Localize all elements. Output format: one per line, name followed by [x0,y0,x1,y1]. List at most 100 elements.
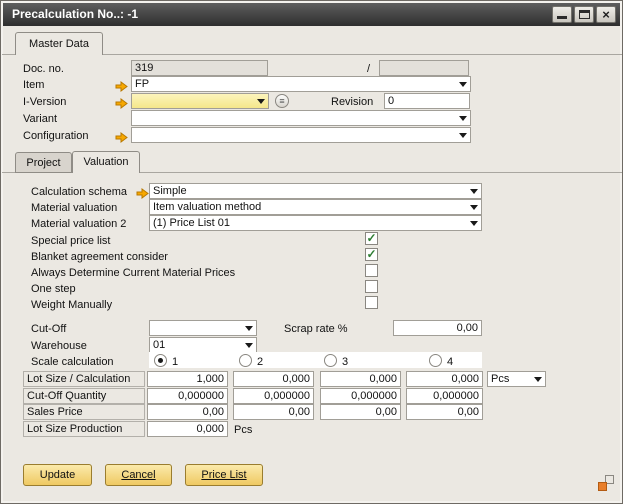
calculation-schema-link-arrow-icon[interactable] [136,186,149,197]
cut-off-qty-field-4[interactable]: 0,000000 [406,388,483,404]
lot-size-production-unit: Pcs [234,423,252,437]
warehouse-combo[interactable]: 01 [149,337,257,353]
tab-project[interactable]: Project [15,152,72,173]
lot-size-field-1[interactable]: 1,000 [147,371,228,387]
doc-no-label: Doc. no. [23,62,64,76]
cut-off-qty-field-3[interactable]: 0,000000 [320,388,401,404]
lot-size-unit-dropdown-icon[interactable] [534,377,542,382]
material-valuation-value: Item valuation method [153,201,261,213]
always-determine-prices-label: Always Determine Current Material Prices [31,266,235,280]
weight-manually-checkbox[interactable] [365,296,378,309]
i-version-link-arrow-icon[interactable] [115,96,128,107]
scale-radio-1[interactable] [154,354,167,367]
scale-radio-4-label: 4 [447,355,453,369]
choose-from-list-icon[interactable]: ≡ [275,94,289,108]
lot-size-field-2[interactable]: 0,000 [233,371,314,387]
expand-form-icon[interactable] [598,475,614,491]
tab-valuation[interactable]: Valuation [72,151,140,173]
window-title: Precalculation No..: -1 [12,7,138,21]
i-version-dropdown-icon[interactable] [257,99,265,104]
minimize-icon [557,16,567,19]
scale-radio-1-label: 1 [172,355,178,369]
maximize-button[interactable] [574,6,594,23]
weight-manually-label: Weight Manually [31,298,112,312]
sales-price-field-1[interactable]: 0,00 [147,404,228,420]
calculation-schema-combo[interactable]: Simple [149,183,482,199]
configuration-link-arrow-icon[interactable] [115,130,128,141]
scale-radio-2[interactable] [239,354,252,367]
cut-off-combo[interactable] [149,320,257,336]
doc-no-field: 319 [131,60,268,76]
material-valuation-label: Material valuation [31,201,117,215]
material-valuation-combo[interactable]: Item valuation method [149,199,482,215]
lot-size-field-4[interactable]: 0,000 [406,371,483,387]
scale-radio-4[interactable] [429,354,442,367]
configuration-dropdown-icon[interactable] [459,133,467,138]
sales-price-field-3[interactable]: 0,00 [320,404,401,420]
scrap-rate-label: Scrap rate % [284,322,348,336]
variant-combo[interactable] [131,110,471,126]
revision-label: Revision [331,95,373,109]
scale-radio-2-label: 2 [257,355,263,369]
precalculation-window: Precalculation No..: -1 × Master Data Do… [0,0,623,504]
blanket-agreement-label: Blanket agreement consider [31,250,168,264]
item-combo[interactable]: FP [131,76,471,92]
doc-no-separator: / [367,62,370,76]
calculation-schema-dropdown-icon[interactable] [470,189,478,194]
always-determine-prices-checkbox[interactable] [365,264,378,277]
tab-master-data[interactable]: Master Data [15,32,103,55]
cut-off-label: Cut-Off [31,322,66,336]
scale-radio-3[interactable] [324,354,337,367]
close-button[interactable]: × [596,6,616,23]
one-step-checkbox[interactable] [365,280,378,293]
calculation-schema-value: Simple [153,185,187,197]
lot-size-production-label: Lot Size Production [23,421,145,437]
lot-size-production-field[interactable]: 0,000 [147,421,228,437]
close-icon: × [597,7,615,22]
configuration-label: Configuration [23,129,88,143]
i-version-label: I-Version [23,95,66,109]
material-valuation-2-label: Material valuation 2 [31,217,126,231]
scale-calculation-label: Scale calculation [31,355,114,369]
cut-off-qty-field-2[interactable]: 0,000000 [233,388,314,404]
i-version-combo[interactable] [131,93,269,109]
titlebar[interactable]: Precalculation No..: -1 × [3,3,620,26]
item-link-arrow-icon[interactable] [115,79,128,90]
price-list-button[interactable]: Price List [185,464,263,486]
material-valuation-2-combo[interactable]: (1) Price List 01 [149,215,482,231]
cancel-button-label: Cancel [121,469,155,481]
revision-field[interactable]: 0 [384,93,470,109]
scale-radio-3-label: 3 [342,355,348,369]
cancel-button[interactable]: Cancel [105,464,172,486]
special-price-list-checkbox[interactable]: ✓ [365,232,378,245]
cut-off-qty-field-1[interactable]: 0,000000 [147,388,228,404]
update-button[interactable]: Update [23,464,92,486]
expand-form-icon-front [598,482,607,491]
sales-price-label: Sales Price [23,404,145,420]
warehouse-value: 01 [153,339,165,351]
update-button-label: Update [40,469,75,481]
item-value: FP [135,78,149,90]
cut-off-dropdown-icon[interactable] [245,326,253,331]
special-price-list-label: Special price list [31,234,110,248]
minimize-button[interactable] [552,6,572,23]
sales-price-field-2[interactable]: 0,00 [233,404,314,420]
material-valuation-2-dropdown-icon[interactable] [470,221,478,226]
lot-size-field-3[interactable]: 0,000 [320,371,401,387]
blanket-agreement-checkbox[interactable]: ✓ [365,248,378,261]
item-label: Item [23,78,44,92]
one-step-label: One step [31,282,76,296]
item-dropdown-icon[interactable] [459,82,467,87]
material-valuation-dropdown-icon[interactable] [470,205,478,210]
material-valuation-2-value: (1) Price List 01 [153,217,230,229]
configuration-combo[interactable] [131,127,471,143]
scrap-rate-field[interactable]: 0,00 [393,320,482,336]
sales-price-field-4[interactable]: 0,00 [406,404,483,420]
warehouse-dropdown-icon[interactable] [245,343,253,348]
cut-off-quantity-label: Cut-Off Quantity [23,388,145,404]
doc-no-field-2 [379,60,469,76]
lot-size-unit-combo[interactable]: Pcs [487,371,546,387]
warehouse-label: Warehouse [31,339,87,353]
price-list-button-label: Price List [201,469,246,481]
variant-dropdown-icon[interactable] [459,116,467,121]
